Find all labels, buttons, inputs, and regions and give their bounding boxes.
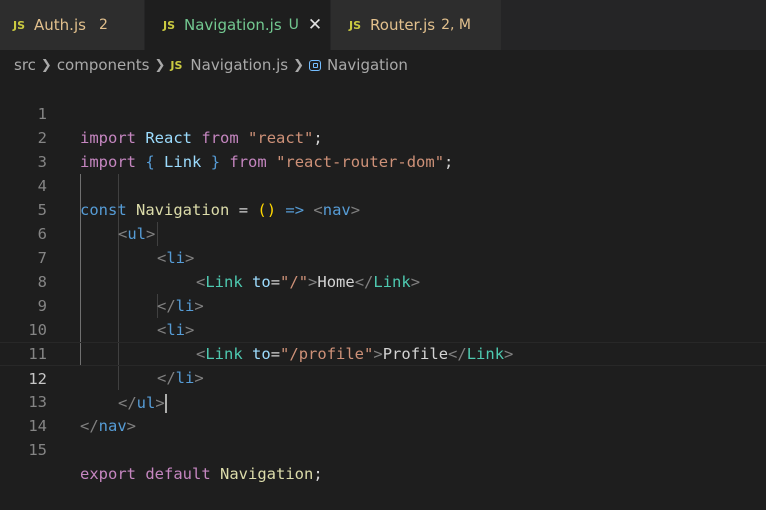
chevron-right-icon: ❯ <box>154 57 166 73</box>
code-line: 4 const Navigation = () => <nav> <box>0 150 766 219</box>
code-line: 14 <box>0 390 766 435</box>
symbol-variable-icon <box>308 59 321 71</box>
breadcrumb-item-symbol[interactable]: Navigation <box>327 56 408 74</box>
code-line: 13 </nav> <box>0 366 766 435</box>
js-file-icon: JS <box>170 58 183 72</box>
keyword: default <box>145 465 211 483</box>
tab-navigation-js[interactable]: JS Navigation.js U ✕ <box>145 0 331 50</box>
code-line-current: 12 </ul> <box>0 342 766 413</box>
tab-badge: 2, M <box>441 17 471 33</box>
js-file-icon: JS <box>163 18 176 32</box>
breadcrumb: src ❯ components ❯ JS Navigation.js ❯ Na… <box>0 54 766 76</box>
chevron-right-icon: ❯ <box>40 57 52 73</box>
close-icon[interactable]: ✕ <box>308 16 322 34</box>
line-number: 15 <box>28 441 47 459</box>
code-line: 11 </li> <box>0 318 766 387</box>
code-line: 7 <Link to="/">Home</Link> <box>0 222 766 291</box>
code-line: 6 <li> <box>0 198 766 267</box>
code-line: 3 <box>0 126 766 171</box>
breadcrumb-item-file[interactable]: Navigation.js <box>190 56 288 74</box>
code-line: 2 import { Link } from "react-router-dom… <box>0 102 766 171</box>
keyword: export <box>80 465 136 483</box>
tab-badge: 2 <box>98 17 108 33</box>
breadcrumb-item-src[interactable]: src <box>14 56 36 74</box>
code-line: 8 </li> <box>0 246 766 315</box>
js-file-icon: JS <box>349 18 362 32</box>
tab-label: Router.js <box>370 16 436 34</box>
tab-router-js[interactable]: JS Router.js 2, M <box>331 0 502 50</box>
identifier: Navigation <box>220 465 314 483</box>
tab-auth-js[interactable]: JS Auth.js 2 <box>0 0 145 50</box>
chevron-right-icon: ❯ <box>293 57 304 73</box>
js-file-icon: JS <box>13 18 26 32</box>
breadcrumb-item-components[interactable]: components <box>57 56 150 74</box>
code-line: 1 import React from "react"; <box>0 78 766 147</box>
code-editor[interactable]: 1 import React from "react"; 2 import { … <box>0 78 766 483</box>
tab-label: Auth.js <box>34 16 86 34</box>
tab-badge: U <box>288 17 299 33</box>
tab-bar: JS Auth.js 2 JS Navigation.js U ✕ JS Rou… <box>0 0 766 50</box>
punctuation: ; <box>313 465 323 483</box>
tab-label: Navigation.js <box>184 16 282 34</box>
code-line: 10 <Link to="/profile">Profile</Link> <box>0 294 766 363</box>
code-line: 15 export default Navigation; <box>0 414 766 483</box>
code-line: 5 <ul> <box>0 174 766 243</box>
code-line: 9 <li> <box>0 270 766 339</box>
